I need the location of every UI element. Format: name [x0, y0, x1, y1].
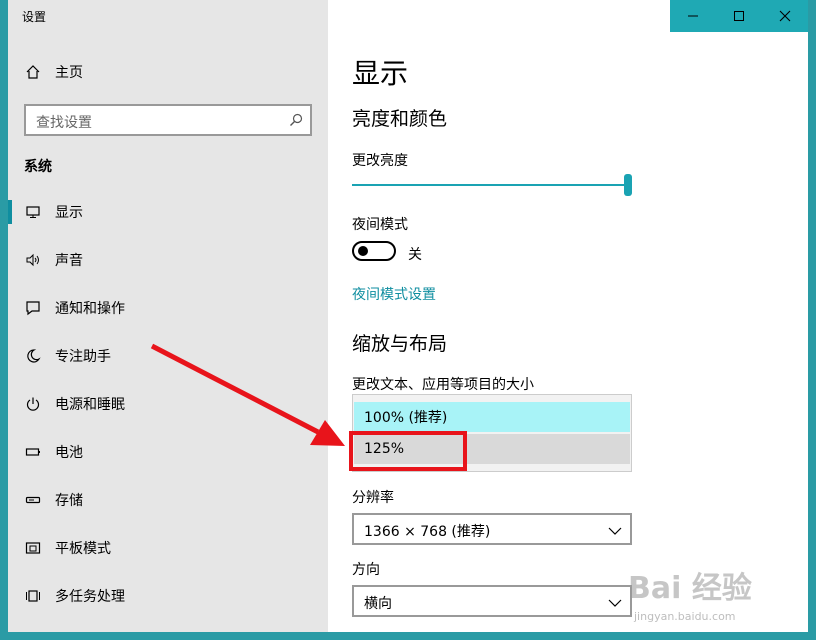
sidebar-item-label: 通知和操作 — [55, 301, 125, 317]
sidebar-item-home[interactable]: 主页 — [8, 52, 328, 92]
search-icon — [288, 112, 304, 128]
brightness-label: 更改亮度 — [352, 153, 408, 169]
orientation-value: 横向 — [364, 596, 392, 612]
sidebar-item-label: 声音 — [55, 253, 83, 269]
scale-option-125[interactable]: 125% — [354, 434, 630, 464]
notification-icon — [24, 299, 42, 317]
sidebar-item-label: 主页 — [55, 65, 83, 81]
app-title: 设置 — [22, 10, 47, 24]
night-mode-toggle[interactable] — [352, 241, 396, 261]
sidebar-item-label: 平板模式 — [55, 541, 111, 557]
sidebar-item-notifications[interactable]: 通知和操作 — [8, 288, 328, 328]
sidebar-item-label: 电池 — [55, 445, 83, 461]
scale-label: 更改文本、应用等项目的大小 — [352, 377, 534, 393]
sidebar-item-label: 多任务处理 — [55, 589, 125, 605]
section-heading: 系统 — [24, 159, 52, 175]
orientation-select[interactable]: 横向 — [352, 585, 632, 617]
brightness-heading: 亮度和颜色 — [352, 108, 448, 130]
sidebar-item-multitasking[interactable]: 多任务处理 — [8, 576, 328, 616]
night-mode-settings-link[interactable]: 夜间模式设置 — [352, 284, 436, 304]
home-icon — [24, 63, 42, 81]
brightness-slider-track[interactable] — [352, 184, 628, 186]
sidebar-item-label: 存储 — [55, 493, 83, 509]
page-title: 显示 — [352, 57, 409, 90]
battery-icon — [24, 443, 42, 461]
sidebar-item-focus-assist[interactable]: 专注助手 — [8, 336, 328, 376]
layout-heading: 缩放与布局 — [352, 333, 448, 355]
tablet-icon — [24, 539, 42, 557]
sidebar-item-battery[interactable]: 电池 — [8, 432, 328, 472]
sidebar-item-tablet-mode[interactable]: 平板模式 — [8, 528, 328, 568]
night-mode-label: 夜间模式 — [352, 217, 408, 233]
multitask-icon — [24, 587, 42, 605]
search-input[interactable]: 查找设置 — [24, 104, 312, 136]
power-icon — [24, 395, 42, 413]
brightness-slider-thumb[interactable] — [624, 174, 632, 196]
settings-window: 设置 主页 查找设置 系统 显示 声音 通知和操作 专注助手 电源和睡眠 电池 … — [8, 0, 808, 632]
sidebar-item-label: 显示 — [55, 205, 83, 221]
main-content: 显示 亮度和颜色 更改亮度 夜间模式 关 夜间模式设置 缩放与布局 更改文本、应… — [352, 0, 792, 632]
resolution-select[interactable]: 1366 × 768 (推荐) — [352, 513, 632, 545]
toggle-knob — [358, 246, 368, 256]
sidebar-item-sound[interactable]: 声音 — [8, 240, 328, 280]
sidebar-item-label: 专注助手 — [55, 349, 111, 365]
chevron-down-icon — [608, 523, 622, 537]
night-mode-state: 关 — [408, 247, 422, 263]
monitor-icon — [24, 203, 42, 221]
chevron-down-icon — [608, 595, 622, 609]
sidebar: 设置 主页 查找设置 系统 显示 声音 通知和操作 专注助手 电源和睡眠 电池 … — [8, 0, 328, 632]
sidebar-item-label: 电源和睡眠 — [55, 397, 125, 413]
orientation-label: 方向 — [352, 562, 380, 578]
sidebar-item-display[interactable]: 显示 — [8, 192, 328, 232]
sidebar-item-power-sleep[interactable]: 电源和睡眠 — [8, 384, 328, 424]
search-placeholder: 查找设置 — [36, 115, 92, 131]
storage-icon — [24, 491, 42, 509]
moon-icon — [24, 347, 42, 365]
scale-option-100[interactable]: 100% (推荐) — [354, 402, 630, 432]
sidebar-item-storage[interactable]: 存储 — [8, 480, 328, 520]
resolution-value: 1366 × 768 (推荐) — [364, 524, 491, 540]
speaker-icon — [24, 251, 42, 269]
resolution-label: 分辨率 — [352, 490, 394, 506]
scale-dropdown-list: 100% (推荐) 125% — [352, 394, 632, 472]
